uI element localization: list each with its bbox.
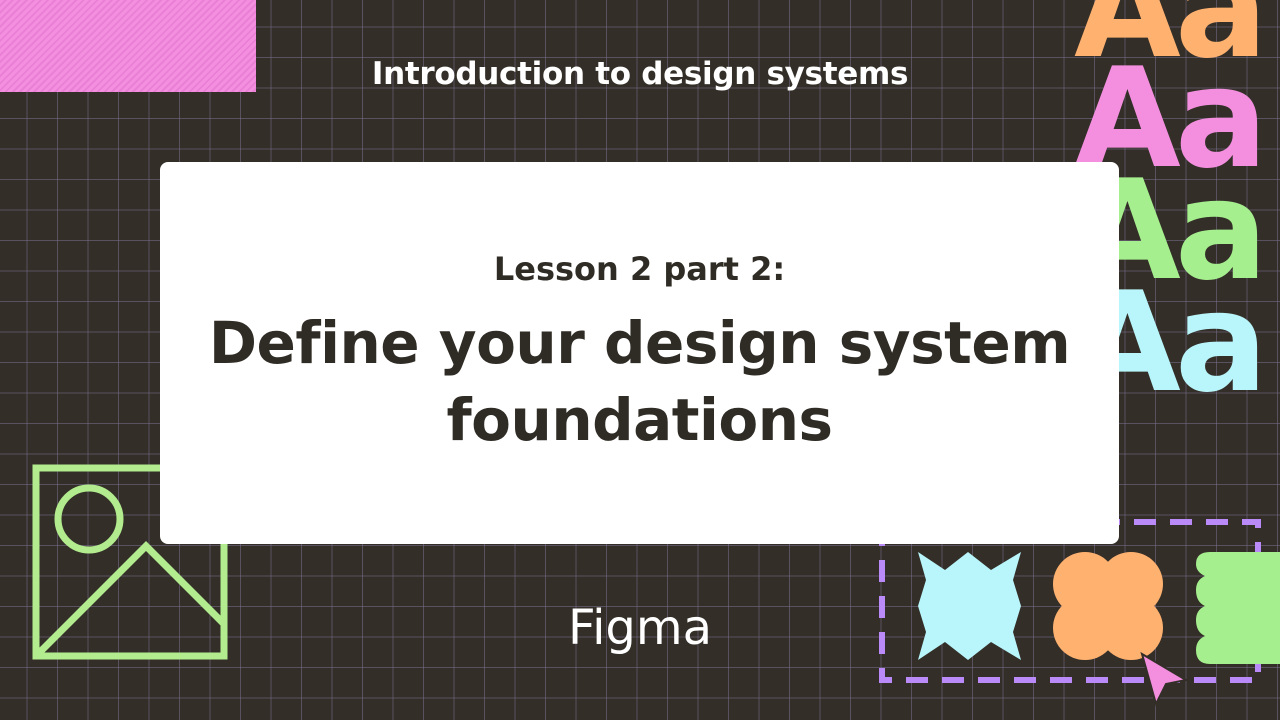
figma-wordmark: Figma — [567, 600, 713, 656]
cursor-pointer-icon — [1140, 651, 1189, 707]
lesson-card: Lesson 2 part 2: Define your design syst… — [160, 162, 1119, 544]
lesson-title-line-2: foundations — [446, 386, 833, 454]
lesson-label: Lesson 2 part 2: — [493, 250, 786, 288]
lesson-title: Define your design system foundations — [160, 305, 1119, 459]
lesson-title-line-1: Define your design system — [208, 309, 1071, 377]
